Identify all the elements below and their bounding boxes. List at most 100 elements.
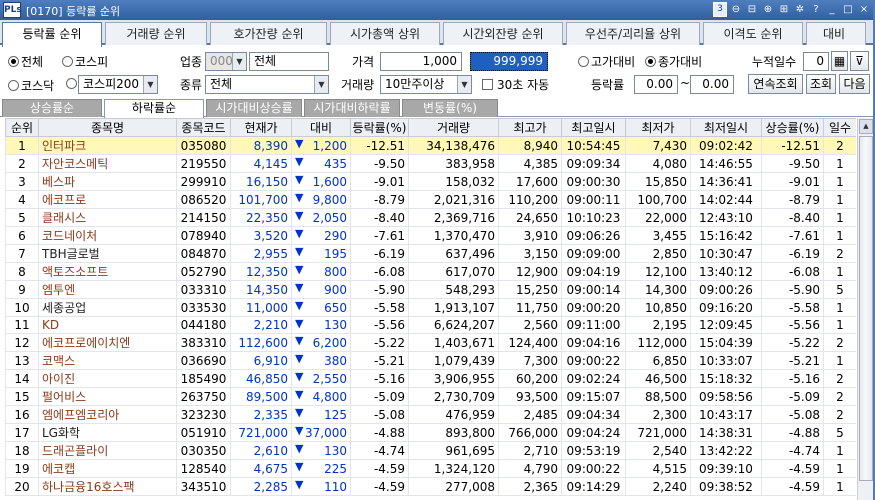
rate-from-input[interactable]: 0.00 <box>634 75 678 94</box>
cell-volume: 893,800 <box>408 423 499 443</box>
index-select[interactable]: 코스피200 ▼ <box>78 75 158 94</box>
table-row[interactable]: 8 액토즈소프트 052790 12,350 ▼ 800 -6.08 617,070 12,90… <box>5 262 856 281</box>
cell-rise-rate: -5.16 <box>761 369 824 389</box>
column-header-low-price[interactable]: 최저가 <box>625 118 691 137</box>
radio-all-dot <box>8 56 19 67</box>
table-row[interactable]: 19 에코캡 128540 4,675 ▼ 225 -4.59 1,324,120 4,790 0… <box>5 459 856 479</box>
table-row[interactable]: 16 엠에프엠코리아 323230 2,335 ▼ 125 -5.08 476,959 2,48… <box>5 405 856 425</box>
column-header-high-time[interactable]: 최고일시 <box>561 118 626 137</box>
cell-stock-name: 세종공업 <box>38 298 177 317</box>
subtab-volatility[interactable]: 변동률(%) <box>402 99 498 117</box>
table-row[interactable]: 5 클래시스 214150 22,350 ▼ 2,050 -8.40 2,369,716 24,… <box>5 208 856 227</box>
cell-low-time: 10:30:47 <box>690 244 762 263</box>
table-row[interactable]: 15 펄어비스 263750 89,500 ▼ 4,800 -5.09 2,730,709 93… <box>5 387 856 407</box>
radio-kospi[interactable]: 코스피 <box>62 53 108 70</box>
table-row[interactable]: 1 인터파크 035080 8,390 ▼ 1,200 -12.51 34,138,476 8,… <box>5 136 856 155</box>
tab-market-cap[interactable]: 시가총액 상위 <box>330 22 440 45</box>
minimize-icon[interactable]: _ <box>825 2 839 17</box>
screen-number-icon[interactable]: 3 <box>713 2 727 17</box>
table-row[interactable]: 17 LG화학 051910 721,000 ▼ 37,000 -4.88 893,800 76… <box>5 423 856 443</box>
sector-code-select[interactable]: 0000 ▼ <box>205 52 247 71</box>
cell-rank: 5 <box>5 208 39 227</box>
cell-low-price: 10,850 <box>625 298 691 317</box>
tab-disparity[interactable]: 이격도 순위 <box>703 22 803 45</box>
column-header-current-price[interactable]: 현재가 <box>230 118 292 137</box>
table-row[interactable]: 3 베스파 299910 16,150 ▼ 1,600 -9.01 158,032 17,600… <box>5 172 856 191</box>
table-row[interactable]: 9 엠투엔 033310 14,350 ▼ 900 -5.90 548,293 15,250 09… <box>5 280 856 299</box>
scrollbar-thumb[interactable] <box>859 136 873 481</box>
subtab-fall-rate[interactable]: 하락률순 <box>104 99 204 118</box>
cell-days: 2 <box>823 405 856 425</box>
cell-change-rate: -4.59 <box>350 477 409 497</box>
tab-rate-ranking[interactable]: 등락률 순위 <box>2 22 102 47</box>
cell-rank: 10 <box>5 298 39 317</box>
price-to-input[interactable]: 999,999 <box>470 52 548 71</box>
volume-select[interactable]: 10만주이상 ▼ <box>380 75 472 94</box>
tab-after-hours[interactable]: 시간외잔량 순위 <box>443 22 563 45</box>
tab-preferred-stock[interactable]: 우선주/괴리율 상위 <box>566 22 700 45</box>
table-row[interactable]: 2 자안코스메틱 219550 4,145 ▼ 435 -9.50 383,958 4,385 0… <box>5 154 856 173</box>
column-header-stock-name[interactable]: 종목명 <box>38 118 177 137</box>
query-button[interactable]: 조회 <box>806 74 836 94</box>
column-header-rise-rate[interactable]: 상승률(%) <box>761 118 824 137</box>
table-row[interactable]: 14 아이진 185490 46,850 ▼ 2,550 -5.16 3,906,955 60,… <box>5 369 856 389</box>
column-header-high-price[interactable]: 최고가 <box>498 118 562 137</box>
column-header-stock-code[interactable]: 종목코드 <box>176 118 231 137</box>
cell-volume: 2,730,709 <box>408 387 499 407</box>
column-header-volume[interactable]: 거래량 <box>408 118 499 137</box>
radio-close-compare[interactable]: 종가대비 <box>645 53 702 70</box>
column-header-change[interactable]: 대비 <box>291 118 351 137</box>
maximize-icon[interactable]: □ <box>841 2 855 17</box>
zoom-in-icon[interactable]: ⊕ <box>761 2 775 17</box>
continuous-query-button[interactable]: 연속조회 <box>748 74 803 94</box>
table-row[interactable]: 18 드래곤플라이 030350 2,610 ▼ 130 -4.74 961,695 2,710… <box>5 441 856 461</box>
calendar-icon[interactable]: ▦ <box>831 51 848 71</box>
sector-name-field[interactable]: 전체 <box>249 52 329 71</box>
column-header-change-rate[interactable]: 등락률(%) <box>350 118 409 137</box>
cell-low-time: 09:00:26 <box>690 280 762 299</box>
subtab-open-fall[interactable]: 시가대비하락률 <box>304 99 400 117</box>
cell-current-price: 46,850 <box>230 369 292 389</box>
type-select[interactable]: 전체 ▼ <box>205 75 329 94</box>
magnify-icon[interactable]: ⊖ <box>729 2 743 17</box>
cell-low-price: 2,850 <box>625 244 691 263</box>
radio-high-compare[interactable]: 고가대비 <box>578 53 635 70</box>
scroll-up-icon[interactable]: ▲ <box>859 119 873 134</box>
table-row[interactable]: 6 코드네이처 078940 3,520 ▼ 290 -7.61 1,370,470 3,910… <box>5 226 856 245</box>
cell-rank: 19 <box>5 459 39 479</box>
radio-all[interactable]: 전체 <box>8 53 43 70</box>
subtab-open-rise[interactable]: 시가대비상승률 <box>206 99 302 117</box>
tab-more[interactable]: 대비 <box>806 22 866 45</box>
close-icon[interactable]: × <box>857 2 871 17</box>
days-input[interactable]: 0 <box>803 52 829 71</box>
table-row[interactable]: 13 코맥스 036690 6,910 ▼ 380 -5.21 1,079,439 7,300 0… <box>5 351 856 371</box>
cell-stock-code: 078940 <box>176 226 231 245</box>
table-row[interactable]: 12 에코프로에이치엔 383310 112,600 ▼ 6,200 -5.22 1,403,… <box>5 333 856 353</box>
radio-kosdaq[interactable]: 코스닥 <box>8 77 54 94</box>
column-header-low-time[interactable]: 최저일시 <box>690 118 762 137</box>
help-icon[interactable]: ? <box>809 2 823 17</box>
tab-volume-ranking[interactable]: 거래량 순위 <box>105 22 207 45</box>
column-header-days[interactable]: 일수 <box>823 118 856 137</box>
lock-icon[interactable]: ⊞ <box>777 2 791 17</box>
radio-kospi-dot <box>62 56 73 67</box>
next-button[interactable]: 다음 <box>839 74 870 94</box>
table-row[interactable]: 7 TBH글로벌 084870 2,955 ▼ 195 -6.19 637,496 3,150 0… <box>5 244 856 263</box>
table-row[interactable]: 20 하나금융16호스팩 343510 2,285 ▼ 110 -4.59 277,008 2,… <box>5 477 856 497</box>
cell-high-price: 12,900 <box>498 262 562 281</box>
rate-to-input[interactable]: 0.00 <box>690 75 734 94</box>
window-icon[interactable]: ⊟ <box>745 2 759 17</box>
tab-bid-ask-ranking[interactable]: 호가잔량 순위 <box>210 22 327 45</box>
subtab-rise-rate[interactable]: 상승률순 <box>2 99 102 117</box>
radio-kosdaq-label: 코스닥 <box>21 79 55 93</box>
table-row[interactable]: 10 세종공업 033530 11,000 ▼ 650 -5.58 1,913,107 11,7… <box>5 298 856 317</box>
cell-stock-name: 엠투엔 <box>38 280 177 299</box>
column-header-rank[interactable]: 순위 <box>5 118 39 137</box>
auto-refresh-checkbox[interactable]: 30초 자동 <box>482 76 549 93</box>
table-row[interactable]: 4 에코프로 086520 101,700 ▼ 9,800 -8.79 2,021,316 11… <box>5 190 856 209</box>
filter-icon[interactable]: ⊽ <box>850 51 869 71</box>
vertical-scrollbar[interactable]: ▲ <box>857 118 873 500</box>
price-from-input[interactable]: 1,000 <box>380 52 462 71</box>
asterisk-icon[interactable]: ✲ <box>793 2 807 17</box>
table-row[interactable]: 11 KD 044180 2,210 ▼ 130 -5.56 6,624,207 2,560 09… <box>5 315 856 335</box>
